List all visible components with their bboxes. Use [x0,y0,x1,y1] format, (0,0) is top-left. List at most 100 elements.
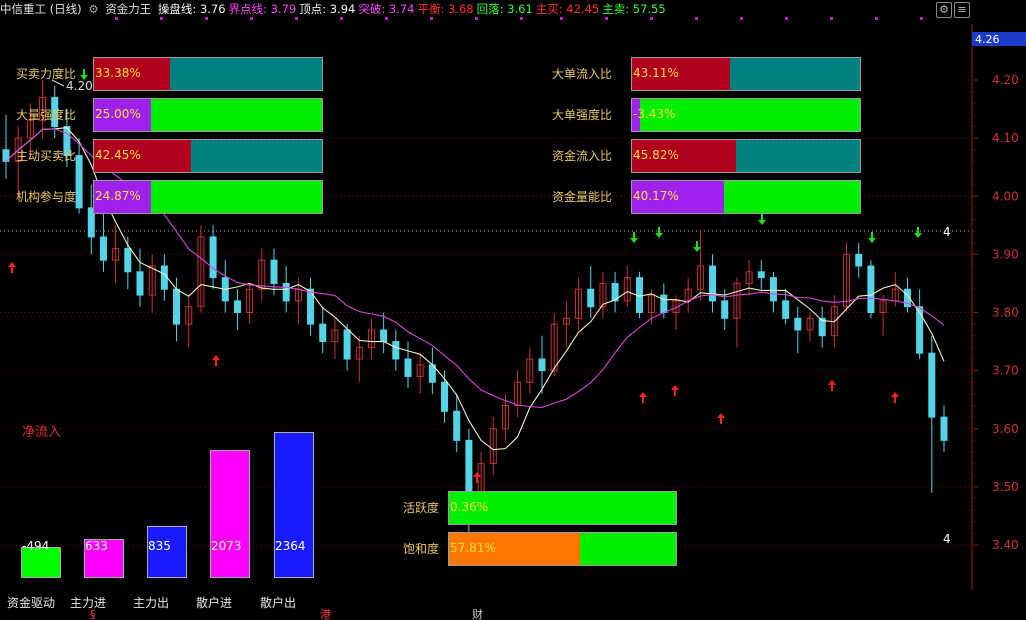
topbar-item-6: 主买: 42.45 [535,2,600,16]
flow-bar-value: 2073 [211,539,242,553]
candle-body [794,317,802,331]
topbar-item-1: 界点线: 3.79 [228,2,297,16]
gauge-value: 40.17% [633,189,679,203]
topbar-item-4: 平衡: 3.68 [417,2,474,16]
candle-body [916,306,924,354]
buy-arrow [212,355,220,366]
indicator-name[interactable]: 资金力王 [105,2,151,16]
sell-arrow [655,227,663,238]
candle-body [928,352,936,418]
left-label-1: 大量强度比 [15,108,76,122]
left-gauge-3: 24.87% [93,180,323,214]
candle-body [136,271,144,296]
candle-body [441,381,449,412]
gauge-remainder [170,58,322,90]
flow-bar-name: 资金驱动 [7,596,56,610]
gauge-value: 57.81% [450,541,496,555]
menu-icon[interactable]: ≡ [954,2,970,18]
flow-bar-value: -494 [22,539,50,553]
right-gauge-0: 43.11% [631,57,861,91]
right-mark-top: 4 [943,225,951,239]
right-gauge-2: 45.82% [631,139,861,173]
price-tick-label: 3.50 [992,480,1019,494]
gear-icon[interactable]: ⚙ [936,2,952,18]
right-label-2: 资金流入比 [551,149,612,163]
sell-arrow [914,227,922,238]
candle-body [282,282,290,302]
flow-bar-3 [210,449,250,578]
price-tick-label: 4.20 [992,73,1019,87]
bottom-gauge-0: 0.36% [448,491,677,525]
price-tick-label: 3.40 [992,538,1019,552]
right-mark-bottom: 4 [943,532,951,546]
candle-body [782,300,790,319]
bottom-label-0: 活跃度 [402,501,439,515]
topbar-item-0: 操盘线: 3.76 [157,2,226,16]
candle-body [343,329,351,360]
flow-bar-name: 散户出 [260,596,297,610]
candle-body [75,155,83,209]
sell-arrow [868,232,876,243]
candle-body [99,236,107,261]
buy-arrow [671,385,679,396]
gauge-value: 42.45% [95,148,141,162]
left-gauge-2: 42.45% [93,139,323,173]
candle-body [233,300,241,313]
flow-bar-value: 2364 [275,539,306,553]
candle-body [392,341,400,360]
price-tick-label: 3.80 [992,306,1019,320]
candle-body [867,265,875,313]
sell-arrow [630,232,638,243]
buy-arrow [828,380,836,391]
candle-body [319,323,327,343]
flow-bar-name: 主力出 [133,596,170,610]
candle-body [453,410,461,441]
price-tick-label: 4.10 [992,131,1019,145]
candle-body [769,277,777,302]
gauge-remainder [190,140,322,172]
topbar-item-7: 主卖: 57.55 [602,2,666,16]
gauge-remainder [723,181,860,213]
candle-body [538,358,546,372]
gauge-value: 45.82% [633,148,679,162]
sell-arrow [693,241,701,252]
buy-arrow [891,392,899,403]
right-gauge-1: -3.43% [631,98,861,132]
candle-body [380,329,388,343]
current-price-label: 4.26 [975,33,1000,46]
indicator-settings-icon[interactable]: ⚙ [88,2,98,16]
buy-arrow [717,413,725,424]
buy-arrow [639,392,647,403]
candle-body [709,265,717,302]
gauge-remainder [151,99,322,131]
gauge-value: 24.87% [95,189,141,203]
bottom-mark: 财 [472,607,483,620]
candle-body [855,253,863,267]
stock-name[interactable]: 中信重工 (日线) [0,2,82,16]
candle-body [404,358,412,377]
candle-body [721,300,729,319]
candle-body [757,271,765,279]
right-label-1: 大单强度比 [551,108,612,122]
indicator-title-bar: 中信重工 (日线) ⚙ 资金力王 操盘线: 3.76 界点线: 3.79 顶点: 3… [0,0,960,18]
flow-bar-4 [274,432,314,578]
candle-body [124,248,132,273]
left-label-0: 买卖力度比 [15,67,76,81]
price-tick-label: 4.00 [992,189,1019,203]
left-gauge-0: 33.38% [93,57,323,91]
candle-body [209,236,217,279]
left-label-2: 主动买卖比 [15,149,76,163]
gauge-remainder [580,533,676,565]
candle-body [160,265,168,290]
sell-arrow [758,214,766,225]
flow-bar-value: 835 [148,539,171,553]
price-tick-label: 3.60 [992,422,1019,436]
flow-bar-name: 散户进 [196,596,233,610]
candle-body [270,259,278,284]
flow-bar-value: 633 [85,539,108,553]
candle-body [587,288,595,308]
left-label-3: 机构参与度 [15,190,76,204]
left-gauge-1: 25.00% [93,98,323,132]
gauge-remainder [150,181,322,213]
buy-arrow [8,262,16,273]
